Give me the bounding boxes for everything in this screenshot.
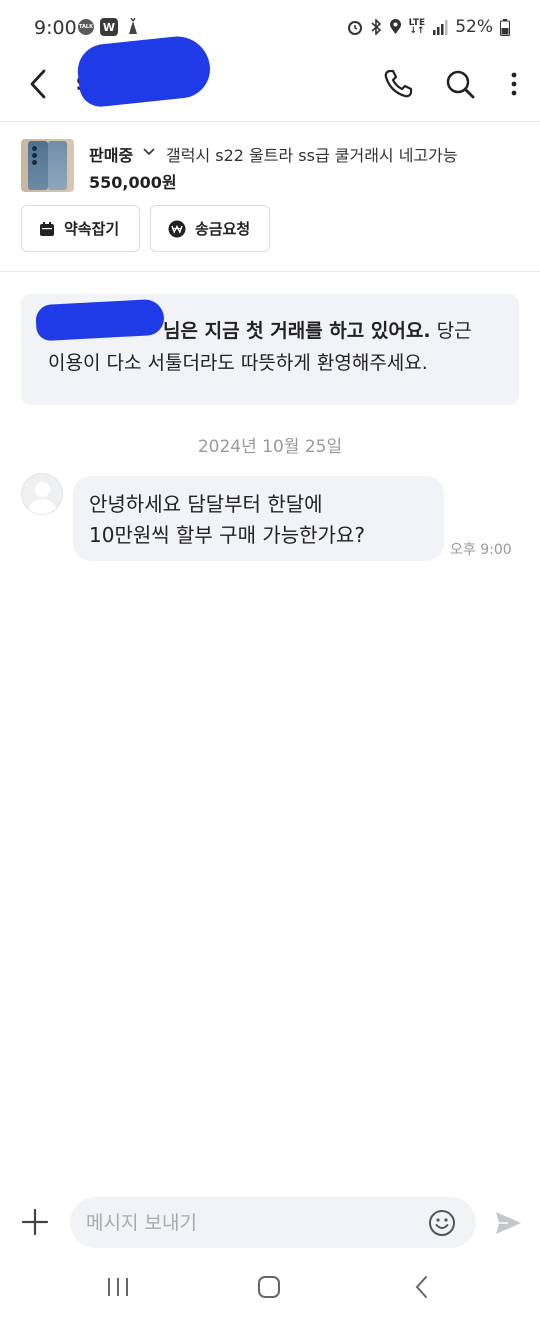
product-status[interactable]: 판매중 [89,142,133,166]
notice-line-2: 이용이 다소 서툴더라도 따뜻하게 환영해주세요. [48,352,428,374]
message-text-line: 10만원씩 할부 구매 가능한가요? [89,523,365,547]
status-time: 9:00 [34,17,77,39]
search-icon[interactable] [444,68,476,100]
emoji-icon[interactable] [428,1209,456,1237]
appointment-label: 약속잡기 [64,220,120,238]
more-icon[interactable] [504,70,524,100]
message-text-line: 안녕하세요 담달부터 한달에 [89,492,323,516]
status-notification-icons: TALK W [78,18,142,36]
battery-percent: 52% [455,17,493,37]
status-system-icons: LTE ↓↑ 52% [347,17,510,37]
send-icon[interactable] [494,1209,522,1237]
lte-icon: LTE ↓↑ [408,18,426,36]
transfer-label: 송금요청 [195,220,251,238]
nav-back-icon[interactable] [409,1274,435,1300]
signal-icon [433,19,448,35]
w-icon: W [100,18,118,36]
chevron-down-icon[interactable] [142,146,156,158]
calendar-icon [40,221,54,236]
bluetooth-icon [371,19,381,35]
talk-icon: TALK [78,19,94,35]
appointment-button[interactable]: 약속잡기 [21,205,140,252]
home-icon[interactable] [256,1274,282,1300]
plus-icon[interactable] [20,1207,50,1237]
header-divider [0,121,540,122]
won-icon [168,220,186,237]
location-icon [389,19,401,34]
date-divider: 2024년 10월 25일 [197,437,343,457]
phone-icon[interactable] [382,68,414,100]
avatar[interactable] [21,473,63,515]
product-thumbnail[interactable] [21,139,74,192]
status-bar: 9:00 TALK W LTE ↓↑ 52% [0,0,540,56]
message-input[interactable] [86,1197,416,1248]
back-icon[interactable] [24,67,52,101]
redaction-mark [75,33,213,109]
message-input-container [70,1197,476,1248]
product-divider [0,271,540,272]
carrot-icon [129,18,137,34]
chat-header: s [0,33,540,114]
product-price: 550,000원 [89,173,177,192]
alarm-icon [347,21,362,35]
message-time: 오후 9:00 [450,542,512,558]
transfer-request-button[interactable]: 송금요청 [150,205,270,252]
recent-apps-icon[interactable] [105,1274,131,1300]
message-bubble: 안녕하세요 담달부터 한달에 10만원씩 할부 구매 가능한가요? [73,476,444,561]
redaction-mark [35,298,165,342]
product-title[interactable]: 갤럭시 s22 울트라 ss급 쿨거래시 네고가능 [166,142,458,166]
battery-icon [500,18,510,36]
